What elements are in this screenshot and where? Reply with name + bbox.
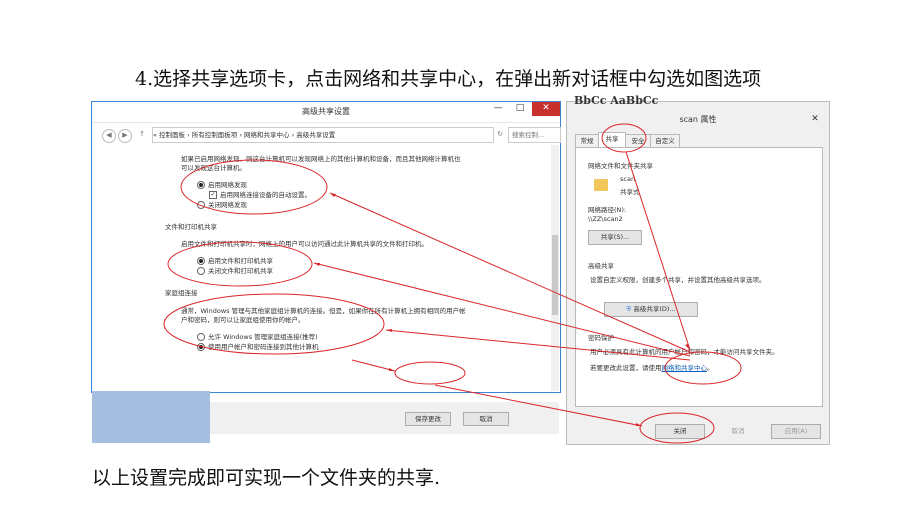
search-input[interactable]: 搜索控制... — [508, 127, 561, 143]
apply-button[interactable]: 应用(A) — [771, 424, 821, 439]
maximize-button[interactable]: □ — [510, 102, 530, 116]
advanced-sharing-button[interactable]: ⛨ 高级共享(D)... — [604, 302, 698, 317]
password-change-line: 若要更改此设置，请使用网络和共享中心。 — [590, 362, 714, 372]
minimize-button[interactable]: — — [488, 102, 508, 116]
folder-state: 共享式 — [620, 188, 640, 196]
breadcrumb: « 控制面板 › 所有控制面板项 › 网络和共享中心 › 高级共享设置 — [153, 131, 336, 139]
dialog-title: scan 属性 — [679, 115, 717, 124]
background-document-text: BbCc AaBbCc — [574, 94, 659, 107]
file-printer-desc: 启用文件和打印机共享时，网络上的用户可以访问通过此计算机共享的文件和打印机。 — [181, 240, 428, 248]
radio-fileshare-off[interactable]: 关闭文件和打印机共享 — [197, 265, 273, 275]
tab-custom[interactable]: 自定义 — [650, 134, 680, 147]
instruction-heading: 4.选择共享选项卡，点击网络和共享中心，在弹出新对话框中勾选如图选项 — [135, 68, 762, 90]
dialog-title-bar: scan 属性 ✕ — [567, 110, 829, 128]
password-protection-desc: 用户必须具有此计算机的用户帐户和密码，才能访问共享文件夹。 — [590, 348, 779, 356]
checkbox-icon: ✓ — [209, 191, 217, 199]
password-protection-header: 密码保护 — [588, 334, 614, 342]
advanced-sharing-desc: 设置自定义权限，创建多个共享，并设置其他高级共享选项。 — [590, 276, 766, 284]
back-icon[interactable]: ◀ — [102, 129, 116, 143]
password-change-prefix: 若要更改此设置，请使用 — [590, 364, 662, 372]
checkbox-label: 启用网络连接设备的自动设置。 — [220, 191, 311, 199]
network-share-header: 网络文件和文件夹共享 — [588, 162, 653, 170]
homegroup-header[interactable]: 家庭组连接 — [165, 287, 198, 297]
network-path-label: 网络路径(N): — [588, 206, 627, 214]
settings-content: 如果已启用网络发现，则这台计算机可以发现网络上的其他计算机和设备，而且其他网络计… — [93, 145, 559, 434]
discovery-desc-2: 可以发现这台计算机。 — [181, 164, 246, 172]
network-path: \\ZZ\scan2 — [588, 215, 623, 223]
advanced-sharing-button-label: 高级共享(D)... — [633, 305, 676, 313]
radio-icon — [197, 257, 205, 265]
forward-icon[interactable]: ▶ — [118, 129, 132, 143]
up-icon[interactable]: ↑ — [136, 129, 148, 141]
address-input[interactable]: « 控制面板 › 所有控制面板项 › 网络和共享中心 › 高级共享设置 — [152, 127, 494, 143]
desktop-background — [92, 391, 210, 443]
save-changes-button[interactable]: 保存更改 — [405, 412, 451, 426]
tab-security[interactable]: 安全 — [625, 134, 651, 147]
close-button[interactable]: ✕ — [532, 102, 560, 116]
radio-discovery-off[interactable]: 关闭网络发现 — [197, 199, 247, 209]
address-bar-row: ◀ ▶ ↑ « 控制面板 › 所有控制面板项 › 网络和共享中心 › 高级共享设… — [96, 126, 561, 144]
search-placeholder: 搜索控制... — [512, 131, 545, 139]
title-bar: 高级共享设置 — □ ✕ — [92, 102, 560, 123]
conclusion-text: 以上设置完成即可实现一个文件夹的共享. — [92, 467, 441, 489]
file-printer-header[interactable]: 文件和打印机共享 — [165, 221, 217, 231]
share-button[interactable]: 共享(S)... — [588, 230, 642, 245]
dialog-close-icon[interactable]: ✕ — [805, 113, 825, 127]
password-change-suffix: 。 — [707, 364, 714, 372]
radio-icon — [197, 201, 205, 209]
radio-icon — [197, 181, 205, 189]
sharing-panel: 网络文件和文件夹共享 scan 共享式 网络路径(N): \\ZZ\scan2 … — [575, 147, 823, 407]
radio-icon — [197, 267, 205, 275]
radio-homegroup-user[interactable]: 使用用户帐户和密码连接到其他计算机 — [197, 341, 319, 351]
refresh-icon[interactable]: ↻ — [494, 129, 506, 141]
tab-sharing[interactable]: 共享 — [598, 132, 626, 147]
checkbox-auto-setup[interactable]: ✓ 启用网络连接设备的自动设置。 — [209, 189, 311, 199]
radio-homegroup-allow[interactable]: 允许 Windows 管理家庭组连接(推荐) — [197, 331, 318, 341]
radio-discovery-on[interactable]: 启用网络发现 — [197, 179, 247, 189]
radio-label: 启用网络发现 — [208, 181, 247, 189]
radio-label: 关闭网络发现 — [208, 201, 247, 209]
advanced-sharing-window: 高级共享设置 — □ ✕ ◀ ▶ ↑ « 控制面板 › 所有控制面板项 › 网络… — [91, 101, 561, 434]
tab-general[interactable]: 常规 — [575, 134, 599, 147]
close-dialog-button[interactable]: 关闭 — [655, 424, 705, 439]
cancel-button[interactable]: 取消 — [463, 412, 509, 426]
folder-properties-dialog: scan 属性 ✕ 常规 共享 安全 自定义 网络文件和文件夹共享 scan 共… — [566, 101, 830, 445]
radio-icon — [197, 343, 205, 351]
radio-label: 关闭文件和打印机共享 — [208, 267, 273, 275]
network-sharing-center-link[interactable]: 网络和共享中心 — [662, 364, 708, 372]
cancel-dialog-button[interactable]: 取消 — [713, 424, 763, 439]
radio-label: 使用用户帐户和密码连接到其他计算机 — [208, 343, 319, 351]
advanced-sharing-header: 高级共享 — [588, 262, 614, 270]
folder-icon — [594, 179, 608, 191]
radio-label: 允许 Windows 管理家庭组连接(推荐) — [208, 333, 318, 341]
scrollbar[interactable] — [551, 145, 559, 391]
radio-icon — [197, 333, 205, 341]
radio-fileshare-on[interactable]: 启用文件和打印机共享 — [197, 255, 273, 265]
radio-label: 启用文件和打印机共享 — [208, 257, 273, 265]
scrollbar-thumb[interactable] — [552, 235, 558, 315]
homegroup-desc-2: 户和密码，则可以让家庭组使用你的帐户。 — [181, 316, 305, 324]
folder-name: scan — [620, 175, 636, 183]
